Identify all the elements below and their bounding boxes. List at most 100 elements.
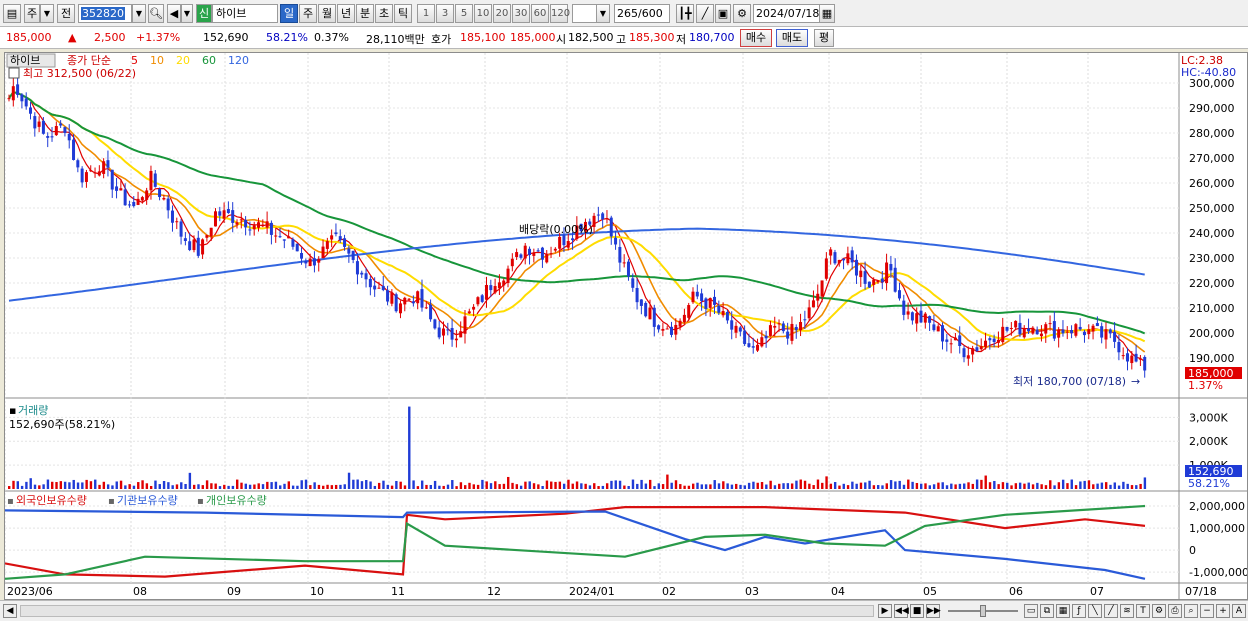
eval-button[interactable]: 평 (814, 29, 834, 47)
interval-tab-10[interactable]: 10 (474, 4, 492, 23)
volume-bar (756, 482, 759, 489)
save-icon[interactable]: ▣ (715, 4, 731, 23)
zoom-slider-handle[interactable] (980, 605, 986, 617)
volume-bar (597, 486, 600, 489)
calendar-icon[interactable]: ▦ (819, 4, 835, 23)
period-tab-3[interactable]: 년 (337, 4, 355, 23)
candle-body (867, 281, 871, 288)
chart-scrollbar[interactable] (20, 605, 874, 617)
candle-body (872, 279, 876, 285)
interval-tab-1[interactable]: 1 (417, 4, 435, 23)
scroll-left-icon[interactable]: ◀ (3, 604, 17, 618)
period-tab-1[interactable]: 주 (299, 4, 317, 23)
candle-body (1087, 329, 1091, 335)
chart-area[interactable]: 2023/06 08 09 10 11 12 2024/01 02 03 04 05 06 07 07/1… (4, 52, 1248, 600)
forward-icon[interactable]: ▶▶ (926, 604, 941, 618)
candle-body (149, 170, 153, 191)
chevron-down-icon[interactable]: ▼ (40, 4, 54, 23)
holdings-legend-icon: ▪ (197, 496, 204, 507)
market-select[interactable]: 주 (24, 4, 40, 23)
candle-body (910, 312, 914, 321)
print-icon[interactable]: ⎙ (1168, 604, 1182, 618)
date-input[interactable]: 2024/07/18 (753, 4, 821, 23)
volume-bar (988, 482, 992, 489)
volume-bar (476, 484, 480, 489)
settings-small-icon[interactable]: ⚙ (1152, 604, 1166, 618)
rewind-icon[interactable]: ◀◀ (894, 604, 909, 618)
candle-body (1052, 321, 1056, 339)
candle-body (325, 241, 329, 249)
interval-tab-3[interactable]: 3 (436, 4, 454, 23)
scroll-right-icon[interactable]: ▶ (878, 604, 892, 618)
period-tab-0[interactable]: 일 (280, 4, 298, 23)
period-tab-4[interactable]: 분 (356, 4, 374, 23)
line-tool-icon[interactable]: ╲ (1088, 604, 1102, 618)
volume-bar (588, 485, 592, 489)
candle-body (708, 298, 712, 308)
candle-body (7, 98, 11, 100)
candle-body (93, 172, 97, 174)
chart-menu-icon[interactable]: ▤ (3, 4, 21, 23)
volume-bar (717, 483, 721, 489)
volume-bar (395, 480, 398, 489)
code-dropdown-icon[interactable]: ▼ (132, 4, 146, 23)
plus-icon[interactable]: + (1216, 604, 1230, 618)
interval-tab-20[interactable]: 20 (493, 4, 511, 23)
search-icon[interactable]: 🔍︎ (148, 4, 164, 23)
interval-tab-120[interactable]: 120 (550, 4, 570, 23)
candle-body (102, 161, 106, 174)
candle-body (398, 303, 402, 314)
volume-bar (537, 484, 540, 489)
candle-body (403, 297, 407, 305)
candle-body (545, 254, 549, 263)
volume-bar (876, 485, 880, 489)
zoom-icon[interactable]: ⌕ (1184, 604, 1198, 618)
candle-body (239, 219, 243, 221)
table-icon[interactable]: ▦ (1056, 604, 1070, 618)
prev-stock-icon[interactable]: ◀ (167, 4, 181, 23)
candle-body (179, 221, 183, 237)
compare-icon[interactable]: ⧉ (1040, 604, 1054, 618)
minus-icon[interactable]: − (1200, 604, 1214, 618)
sell-button[interactable]: 매도 (776, 29, 808, 47)
volume-bar (743, 485, 747, 489)
font-icon[interactable]: A (1232, 604, 1246, 618)
volume-bar (803, 480, 807, 489)
period-tab-2[interactable]: 월 (318, 4, 336, 23)
candle-body (846, 253, 850, 264)
buy-button[interactable]: 매수 (740, 29, 772, 47)
interval-dropdown-icon[interactable]: ▼ (596, 4, 610, 23)
volume-bar (438, 485, 441, 489)
candle-body (721, 311, 725, 316)
holdings-y-label: -1,000,000 (1189, 566, 1247, 579)
volume-bar (296, 485, 299, 489)
market-all-button[interactable]: 전 (57, 4, 75, 23)
stock-name-field[interactable]: 하이브 (212, 4, 278, 23)
volume-bar (605, 483, 609, 489)
layout-icon[interactable]: ▭ (1024, 604, 1038, 618)
stock-chart[interactable]: 2023/06 08 09 10 11 12 2024/01 02 03 04 05 06 07 07/1… (4, 53, 1248, 599)
period-tab-6[interactable]: 틱 (394, 4, 412, 23)
price-y-label: 220,000 (1189, 277, 1235, 290)
candle-type-icon[interactable]: ┃╋ (676, 4, 694, 23)
text-tool-icon[interactable]: T (1136, 604, 1150, 618)
fib-tool-icon[interactable]: ≋ (1120, 604, 1134, 618)
candle-body (317, 259, 321, 263)
period-tab-5[interactable]: 초 (375, 4, 393, 23)
drawing-tool-icon[interactable]: ╱ (696, 4, 714, 23)
stock-nav-dropdown-icon[interactable]: ▼ (181, 4, 193, 23)
stock-code-input[interactable]: 352820 (78, 4, 132, 23)
stop-icon[interactable]: ■ (910, 604, 924, 618)
volume-bar (924, 483, 927, 489)
interval-tab-60[interactable]: 60 (531, 4, 549, 23)
count-field[interactable]: 265/600 (614, 4, 670, 23)
low-label: 저 (676, 33, 687, 46)
interval-tab-30[interactable]: 30 (512, 4, 530, 23)
candle-body (807, 307, 811, 319)
gear-icon[interactable]: ⚙ (733, 4, 751, 23)
indicator-icon[interactable]: ƒ (1072, 604, 1086, 618)
candle-body (618, 246, 622, 263)
trend-tool-icon[interactable]: ╱ (1104, 604, 1118, 618)
top-toolbar: ▤ 주 ▼ 전 352820 ▼ 🔍︎ ◀ ▼ 신 하이브 일주월년분초틱 13… (0, 0, 1248, 27)
interval-tab-5[interactable]: 5 (455, 4, 473, 23)
